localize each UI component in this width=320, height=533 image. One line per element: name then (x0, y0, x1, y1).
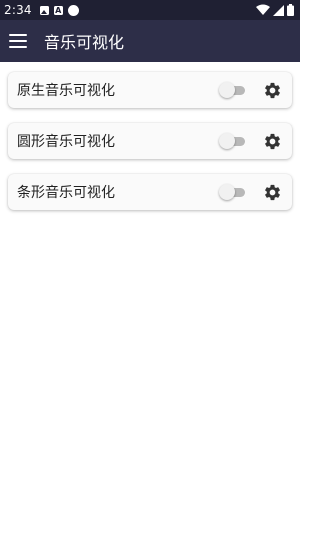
wifi-icon (256, 4, 270, 15)
cellular-signal-icon (273, 4, 284, 16)
visualizer-label: 原生音乐可视化 (17, 83, 115, 99)
visualizer-toggle-native[interactable] (219, 82, 247, 98)
status-time: 2:34 (4, 3, 32, 17)
circle-notification-icon (67, 4, 79, 16)
system-icons (256, 4, 294, 16)
hamburger-menu-icon[interactable] (9, 34, 27, 48)
visualizer-card-native: 原生音乐可视化 (8, 72, 292, 108)
visualizer-label: 圆形音乐可视化 (17, 134, 115, 150)
visualizer-card-circle: 圆形音乐可视化 (8, 123, 292, 159)
visualizer-toggle-circle[interactable] (219, 133, 247, 149)
a-notification-icon: A (53, 5, 63, 15)
visualizer-card-bar: 条形音乐可视化 (8, 174, 292, 210)
visualizer-label: 条形音乐可视化 (17, 185, 115, 201)
visualizer-toggle-bar[interactable] (219, 184, 247, 200)
gear-icon[interactable] (263, 183, 282, 202)
battery-icon (287, 4, 294, 16)
image-notification-icon (39, 5, 49, 15)
notification-icons: A (39, 4, 79, 16)
app-title: 音乐可视化 (44, 33, 125, 52)
status-bar: 2:34 A (0, 0, 300, 20)
app-bar: 音乐可视化 (0, 20, 300, 62)
visualizer-list: 原生音乐可视化 圆形音乐可视化 条形音乐可视化 (8, 72, 292, 225)
gear-icon[interactable] (263, 132, 282, 151)
gear-icon[interactable] (263, 81, 282, 100)
